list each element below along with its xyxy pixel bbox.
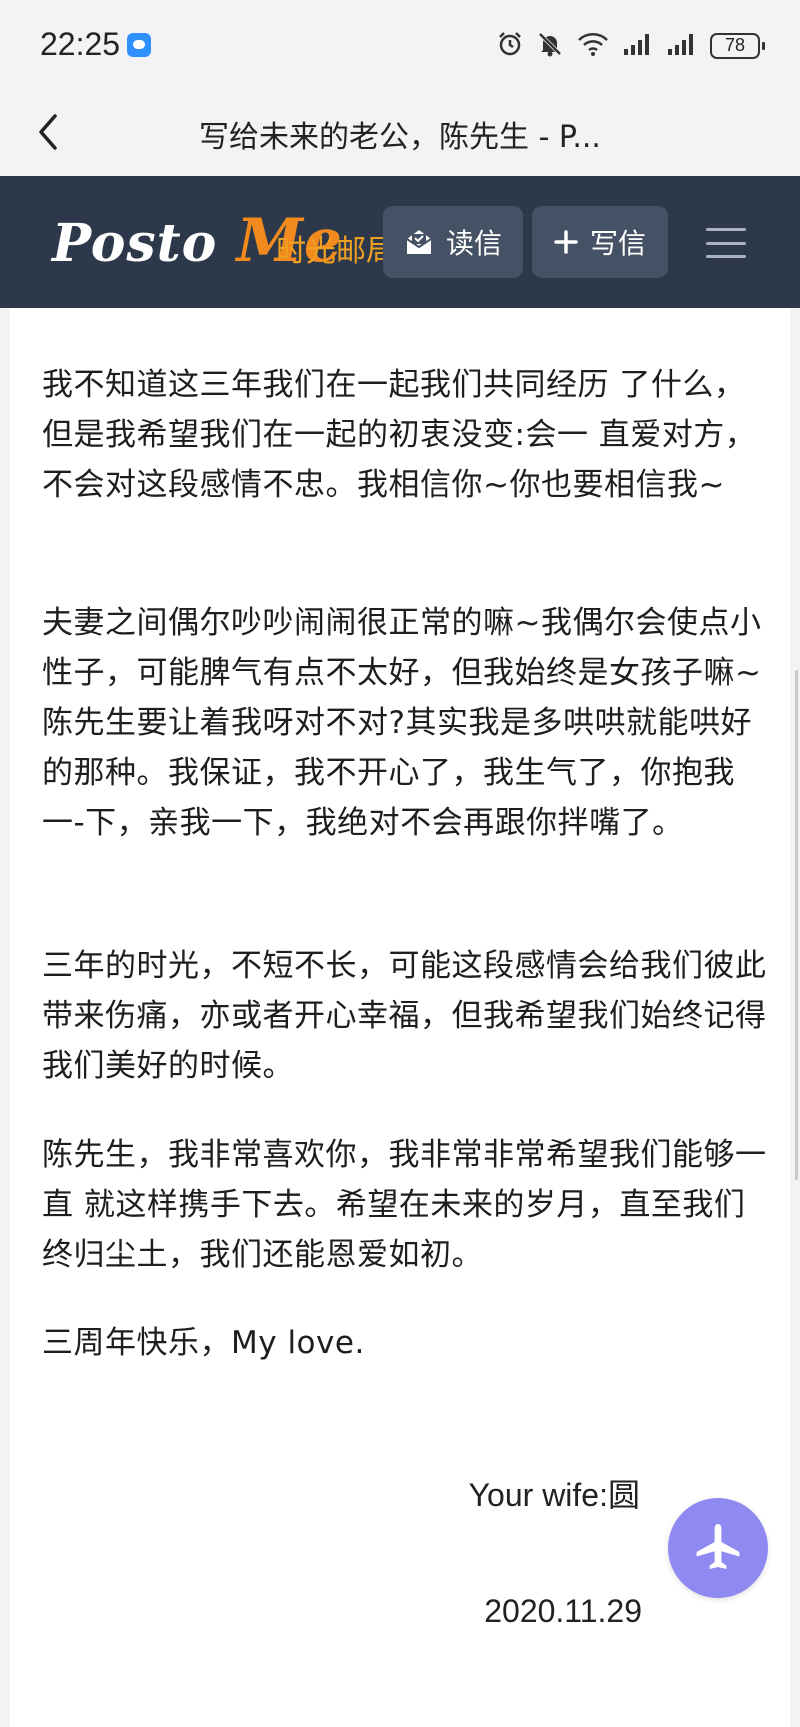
letter-paragraph: 我不知道这三年我们在一起我们共同经历 了什么，但是我希望我们在一起的初衷没变:会… bbox=[42, 367, 757, 503]
write-letter-button[interactable]: 写信 bbox=[532, 206, 668, 278]
letter-signature: Your wife:圆 bbox=[468, 1477, 640, 1513]
page-title: 写给未来的老公，陈先生 - P... bbox=[199, 120, 601, 155]
menu-button[interactable] bbox=[706, 228, 746, 258]
plus-icon bbox=[554, 230, 578, 254]
alarm-icon bbox=[496, 30, 524, 62]
signal-icon bbox=[622, 31, 654, 61]
envelope-open-icon bbox=[406, 230, 432, 254]
letter-date: 2020.11.29 bbox=[484, 1593, 642, 1629]
site-header: Posto Me 时光邮局 读信 写信 bbox=[0, 176, 800, 308]
signal-icon bbox=[666, 31, 698, 61]
airplane-icon bbox=[696, 1524, 740, 1569]
status-icons: 78 bbox=[496, 30, 765, 62]
title-bar: 写给未来的老公，陈先生 - P... bbox=[0, 88, 800, 176]
hamburger-icon bbox=[706, 241, 746, 245]
letter-paragraph: 三周年快乐，My love. bbox=[42, 1325, 365, 1361]
read-letter-label: 读信 bbox=[445, 227, 502, 260]
message-app-icon bbox=[127, 33, 151, 57]
read-letter-button[interactable]: 读信 bbox=[383, 206, 523, 278]
letter-paragraph: 三年的时光，不短不长，可能这段感情会给我们彼此带来伤痛，亦或者开心幸福，但我希望… bbox=[42, 948, 767, 1084]
logo-text: Posto bbox=[52, 213, 237, 274]
letter-paragraph: 陈先生，我非常喜欢你，我非常非常希望我们能够一直 就这样携手下去。希望在未来的岁… bbox=[42, 1137, 767, 1273]
logo-tagline: 时光邮局 bbox=[276, 234, 396, 269]
scrollbar[interactable] bbox=[795, 670, 798, 1180]
chevron-left-icon bbox=[39, 114, 57, 150]
send-letter-fab[interactable] bbox=[668, 1498, 768, 1598]
mute-icon bbox=[536, 30, 564, 62]
letter-paragraph: 夫妻之间偶尔吵吵闹闹很正常的嘛~我偶尔会使点小性子，可能脾气有点不太好，但我始终… bbox=[42, 605, 762, 841]
letter-body: 我不知道这三年我们在一起我们共同经历 了什么，但是我希望我们在一起的初衷没变:会… bbox=[10, 308, 790, 1727]
write-letter-label: 写信 bbox=[589, 227, 646, 260]
status-time: 22:25 bbox=[40, 26, 121, 62]
hamburger-icon bbox=[706, 228, 746, 231]
wifi-icon bbox=[576, 30, 610, 62]
status-bar: 22:25 78 bbox=[0, 0, 800, 88]
hamburger-icon bbox=[706, 255, 746, 258]
battery-icon: 78 bbox=[710, 33, 765, 59]
back-button[interactable] bbox=[22, 106, 74, 158]
